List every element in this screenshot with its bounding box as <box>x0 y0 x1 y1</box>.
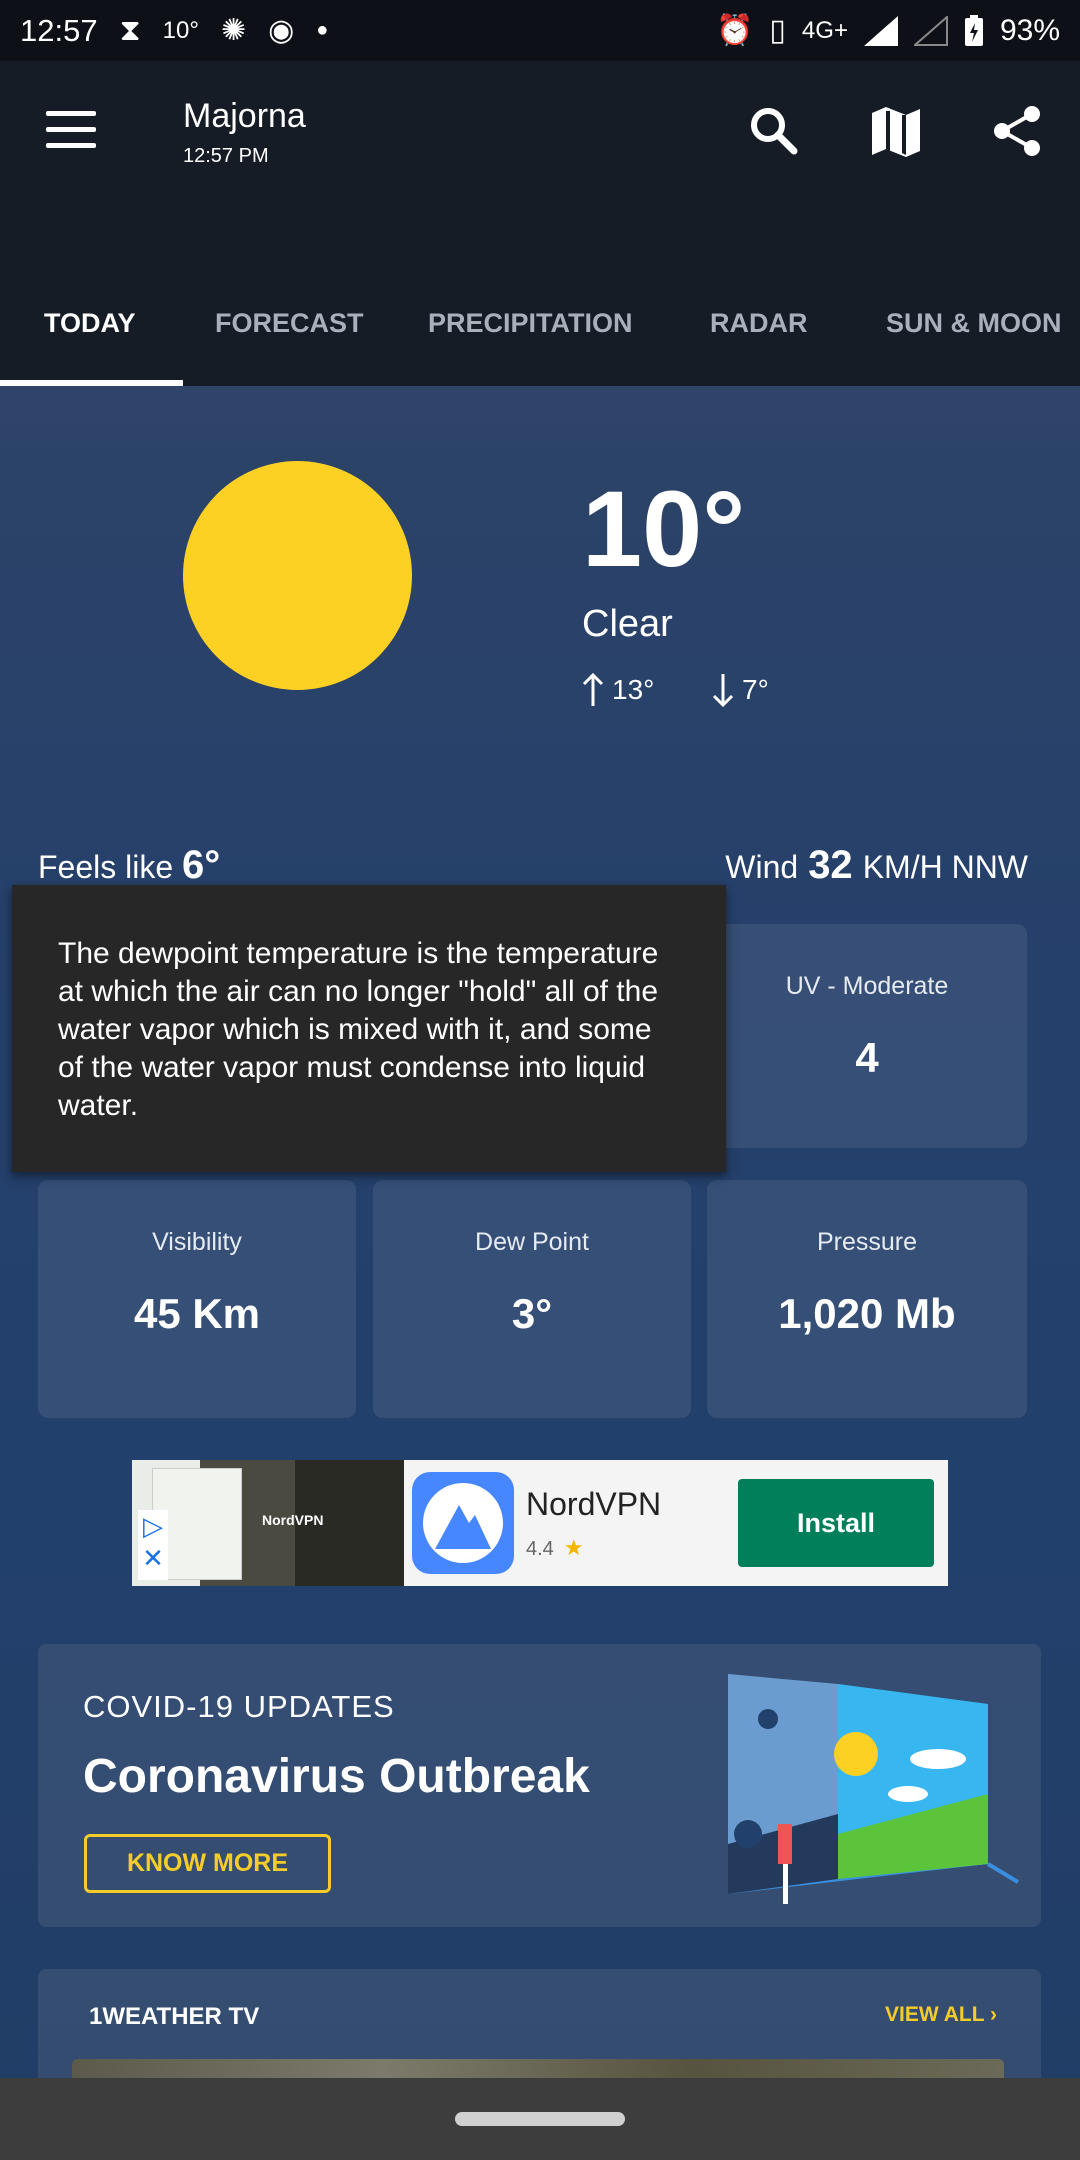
star-icon: ★ <box>563 1534 584 1560</box>
uv-label: UV - Moderate <box>785 972 949 1000</box>
pressure-value: 1,020 Mb <box>778 1290 956 1337</box>
tv-title: 1WEATHER TV <box>89 2003 260 2030</box>
hourglass-icon: ⧗ <box>119 13 141 47</box>
screen: 12:57 ⧗ 10° ✺ ◉ ● ⏰ ▯ 4G+ 93% Majorna 12… <box>0 0 1080 2160</box>
ad-image[interactable]: ▷ ✕ NordVPN <box>132 1460 404 1586</box>
vibrate-icon: ▯ <box>769 14 786 47</box>
map-icon[interactable] <box>868 103 924 159</box>
activity-icon: ✺ <box>220 14 247 47</box>
view-all-link[interactable]: VIEW ALL › <box>885 2003 997 2027</box>
ad-brand-overlay: NordVPN <box>262 1512 324 1528</box>
location-time: 12:57 PM <box>183 145 269 167</box>
battery-level: 93% <box>999 13 1060 47</box>
covid-illustration-icon <box>728 1674 1020 1904</box>
wind: Wind 32 KM/H NNW <box>725 843 1028 887</box>
feels-like: Feels like 6° <box>38 843 221 887</box>
nordvpn-logo-icon <box>412 1472 514 1574</box>
home-gesture-handle[interactable] <box>455 2112 625 2126</box>
visibility-card[interactable]: Visibility 45 Km <box>38 1180 356 1418</box>
high-temp: 13° <box>582 672 654 708</box>
tab-bar: TODAY FORECAST PRECIPITATION RADAR SUN &… <box>0 261 1080 386</box>
signal-empty-icon <box>913 15 948 46</box>
tab-today[interactable]: TODAY <box>0 261 183 386</box>
low-temp: 7° <box>712 672 769 708</box>
signal-icon <box>863 15 898 46</box>
ad-banner[interactable]: ▷ ✕ NordVPN NordVPN 4.4 ★ Install <box>132 1460 948 1586</box>
sync-icon: ◉ <box>268 14 295 47</box>
wind-unit: KM/H NNW <box>862 849 1028 885</box>
dew-point-tooltip: The dewpoint temperature is the temperat… <box>12 885 726 1172</box>
arrow-up-icon <box>582 672 604 706</box>
battery-icon <box>964 14 983 46</box>
pressure-card[interactable]: Pressure 1,020 Mb <box>707 1180 1027 1418</box>
search-icon[interactable] <box>746 103 802 159</box>
arrow-down-icon <box>712 674 734 708</box>
tab-forecast[interactable]: FORECAST <box>183 261 397 386</box>
tab-precipitation[interactable]: PRECIPITATION <box>397 261 666 386</box>
dew-point-value: 3° <box>511 1290 553 1337</box>
network-label: 4G+ <box>801 16 848 44</box>
app-bar: Majorna 12:57 PM TODAY FORECAST PRECIPIT… <box>0 61 1080 386</box>
location-title[interactable]: Majorna <box>183 97 306 136</box>
wind-speed: 32 <box>808 843 853 887</box>
feels-like-value: 6° <box>182 843 221 887</box>
share-icon[interactable] <box>990 103 1046 159</box>
tab-radar[interactable]: RADAR <box>666 261 852 386</box>
covid-title: Coronavirus Outbreak <box>83 1750 590 1803</box>
chevron-right-icon: › <box>990 2003 997 2026</box>
dew-point-label: Dew Point <box>475 1228 589 1256</box>
visibility-label: Visibility <box>152 1228 242 1256</box>
current-condition: Clear <box>582 603 673 645</box>
dew-point-card[interactable]: Dew Point 3° <box>373 1180 691 1418</box>
tab-sun-moon[interactable]: SUN & MOON <box>852 261 1080 386</box>
status-time: 12:57 <box>20 12 98 48</box>
uv-value: 4 <box>855 1034 879 1081</box>
status-temp: 10° <box>162 16 199 44</box>
current-temperature: 10° <box>582 468 746 589</box>
alarm-icon: ⏰ <box>716 14 754 47</box>
ad-app-name: NordVPN <box>526 1485 662 1522</box>
install-button[interactable]: Install <box>738 1479 934 1567</box>
pressure-label: Pressure <box>816 1228 918 1256</box>
menu-icon[interactable] <box>46 111 96 151</box>
covid-card[interactable]: COVID-19 UPDATES Coronavirus Outbreak KN… <box>38 1644 1041 1927</box>
know-more-button[interactable]: KNOW MORE <box>84 1834 331 1893</box>
visibility-value: 45 Km <box>133 1290 261 1337</box>
status-bar: 12:57 ⧗ 10° ✺ ◉ ● ⏰ ▯ 4G+ 93% <box>0 0 1080 61</box>
dot-icon: ● <box>316 19 329 41</box>
ad-rating: 4.4 ★ <box>526 1534 584 1560</box>
clear-sun-icon <box>183 461 412 690</box>
navigation-bar <box>0 2078 1080 2160</box>
adchoices-icon[interactable]: ▷ ✕ <box>138 1510 168 1580</box>
covid-kicker: COVID-19 UPDATES <box>83 1689 395 1724</box>
uv-card[interactable]: UV - Moderate 4 <box>707 924 1027 1148</box>
